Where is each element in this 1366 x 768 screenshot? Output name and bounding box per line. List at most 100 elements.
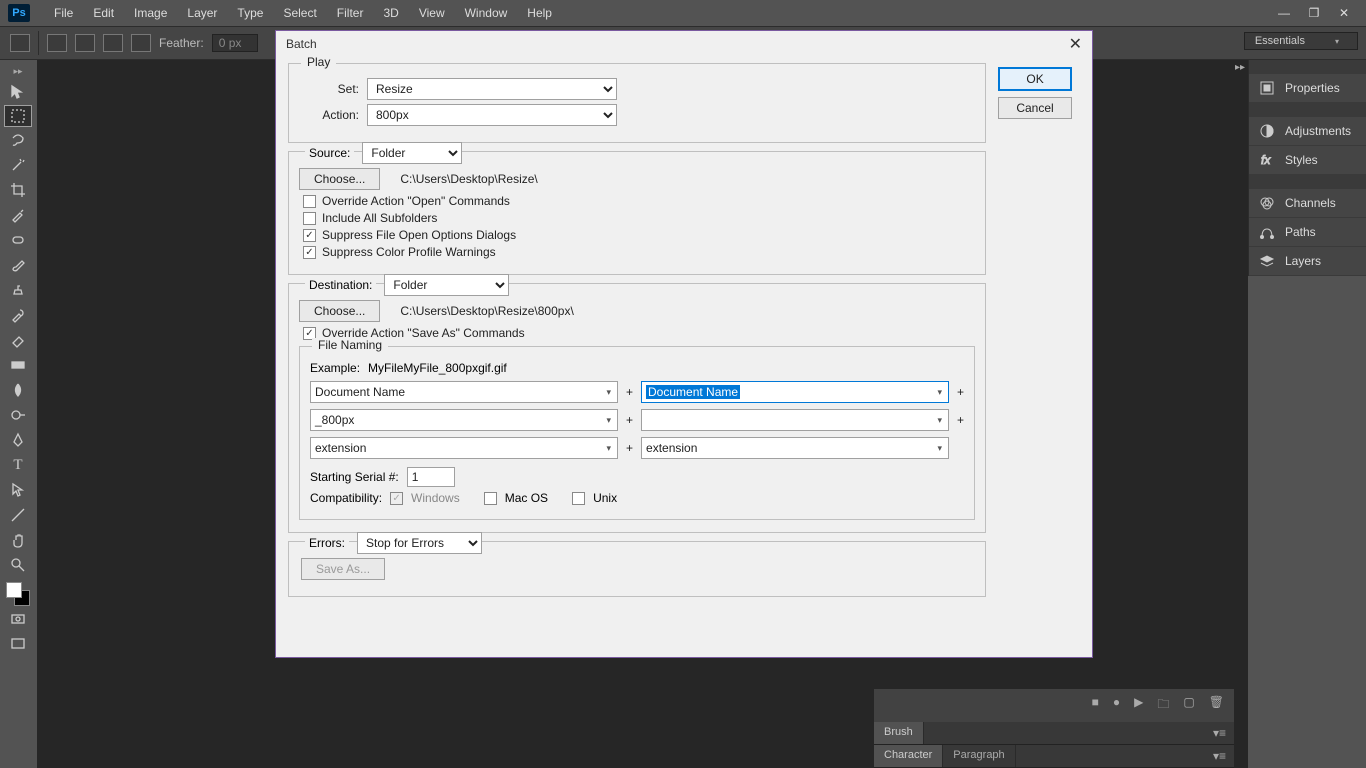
properties-icon (1259, 80, 1275, 96)
source-select[interactable]: Folder (362, 142, 462, 164)
hand-tool-icon[interactable] (4, 528, 32, 552)
pen-tool-icon[interactable] (4, 428, 32, 452)
panel-menu-icon[interactable]: ▾≡ (1205, 722, 1234, 744)
marquee-tool-preset-icon[interactable] (10, 34, 30, 52)
dialog-close-button[interactable]: ✕ (1069, 34, 1082, 54)
eyedropper-tool-icon[interactable] (4, 203, 32, 227)
healing-brush-tool-icon[interactable] (4, 228, 32, 252)
naming-field-3[interactable]: _800px (310, 409, 618, 431)
menu-view[interactable]: View (409, 6, 455, 20)
example-label: Example: (310, 361, 360, 375)
tab-paragraph[interactable]: Paragraph (943, 745, 1015, 767)
panel-layers[interactable]: Layers (1249, 247, 1366, 276)
naming-field-2[interactable]: Document Name (641, 381, 949, 403)
set-label: Set: (299, 82, 359, 96)
add-selection-icon[interactable] (75, 34, 95, 52)
naming-field-6[interactable]: extension (641, 437, 949, 459)
serial-input[interactable] (407, 467, 455, 487)
menu-image[interactable]: Image (124, 6, 177, 20)
compat-unix-label: Unix (593, 491, 617, 505)
lasso-tool-icon[interactable] (4, 128, 32, 152)
override-open-checkbox[interactable] (303, 195, 316, 208)
file-naming-group: File Naming Example: MyFileMyFile_800pxg… (299, 346, 975, 520)
subtract-selection-icon[interactable] (103, 34, 123, 52)
maximize-button[interactable]: ❐ (1300, 3, 1328, 23)
naming-field-4[interactable] (641, 409, 949, 431)
panel-styles[interactable]: fx Styles (1249, 146, 1366, 175)
clone-stamp-tool-icon[interactable] (4, 278, 32, 302)
minimize-button[interactable]: — (1270, 3, 1298, 23)
suppress-open-checkbox[interactable] (303, 229, 316, 242)
gradient-tool-icon[interactable] (4, 353, 32, 377)
menu-help[interactable]: Help (517, 6, 562, 20)
trash-icon[interactable]: 🗑 (1209, 695, 1224, 716)
action-select[interactable]: 800px (367, 104, 617, 126)
record-icon[interactable]: ● (1113, 695, 1120, 716)
tab-character[interactable]: Character (874, 745, 943, 767)
magic-wand-tool-icon[interactable] (4, 153, 32, 177)
compat-unix-checkbox[interactable] (572, 492, 585, 505)
dodge-tool-icon[interactable] (4, 403, 32, 427)
quick-mask-icon[interactable] (4, 607, 32, 631)
tools-collapse-icon[interactable]: ▸▸ (13, 66, 22, 77)
eraser-tool-icon[interactable] (4, 328, 32, 352)
play-icon[interactable]: ▶ (1134, 695, 1143, 716)
panel-adjustments[interactable]: Adjustments (1249, 117, 1366, 146)
panel-paths[interactable]: Paths (1249, 218, 1366, 247)
move-tool-icon[interactable] (4, 80, 32, 104)
new-selection-icon[interactable] (47, 34, 67, 52)
set-select[interactable]: Resize (367, 78, 617, 100)
menu-3d[interactable]: 3D (373, 6, 408, 20)
compat-windows-checkbox (390, 492, 403, 505)
menu-type[interactable]: Type (227, 6, 273, 20)
brush-tool-icon[interactable] (4, 253, 32, 277)
svg-text:fx: fx (1261, 153, 1271, 167)
override-open-label: Override Action "Open" Commands (322, 194, 510, 208)
naming-field-5[interactable]: extension (310, 437, 618, 459)
ok-button[interactable]: OK (998, 67, 1072, 91)
crop-tool-icon[interactable] (4, 178, 32, 202)
marquee-tool-icon[interactable] (4, 105, 32, 127)
menu-window[interactable]: Window (455, 6, 518, 20)
panel-menu-icon[interactable]: ▾≡ (1205, 745, 1234, 767)
stop-icon[interactable]: ■ (1092, 695, 1099, 716)
suppress-color-checkbox[interactable] (303, 246, 316, 259)
close-button[interactable]: ✕ (1330, 3, 1358, 23)
panel-collapse-icon[interactable]: ▸▸ (1235, 62, 1245, 73)
screen-mode-icon[interactable] (4, 632, 32, 656)
intersect-selection-icon[interactable] (131, 34, 151, 52)
menu-filter[interactable]: Filter (327, 6, 374, 20)
compat-mac-checkbox[interactable] (484, 492, 497, 505)
path-selection-tool-icon[interactable] (4, 478, 32, 502)
new-icon[interactable]: ▢ (1183, 695, 1194, 716)
destination-group: Destination: Folder Choose... C:\Users\D… (288, 283, 986, 533)
folder-icon[interactable]: 🗀 (1157, 695, 1169, 716)
source-choose-button[interactable]: Choose... (299, 168, 380, 190)
feather-label: Feather: (159, 36, 204, 50)
history-brush-tool-icon[interactable] (4, 303, 32, 327)
cancel-button[interactable]: Cancel (998, 97, 1072, 119)
menu-edit[interactable]: Edit (83, 6, 124, 20)
menu-layer[interactable]: Layer (177, 6, 227, 20)
workspace-switcher[interactable]: Essentials (1244, 32, 1358, 50)
include-subfolders-checkbox[interactable] (303, 212, 316, 225)
errors-select[interactable]: Stop for Errors (357, 532, 482, 554)
panel-properties[interactable]: Properties (1249, 74, 1366, 103)
zoom-tool-icon[interactable] (4, 553, 32, 577)
panel-channels[interactable]: Channels (1249, 189, 1366, 218)
blur-tool-icon[interactable] (4, 378, 32, 402)
errors-saveas-button: Save As... (301, 558, 385, 580)
destination-choose-button[interactable]: Choose... (299, 300, 380, 322)
foreground-color-swatch[interactable] (6, 582, 22, 598)
panel-label: Paths (1285, 225, 1316, 239)
type-tool-icon[interactable]: T (4, 453, 32, 477)
menu-select[interactable]: Select (273, 6, 326, 20)
tab-brush[interactable]: Brush (874, 722, 924, 744)
feather-input[interactable]: 0 px (212, 34, 258, 52)
destination-select[interactable]: Folder (384, 274, 509, 296)
line-tool-icon[interactable] (4, 503, 32, 527)
destination-path: C:\Users\Desktop\Resize\800px\ (400, 304, 573, 318)
color-swatches[interactable] (6, 582, 30, 606)
naming-field-1[interactable]: Document Name (310, 381, 618, 403)
menu-file[interactable]: File (44, 6, 83, 20)
